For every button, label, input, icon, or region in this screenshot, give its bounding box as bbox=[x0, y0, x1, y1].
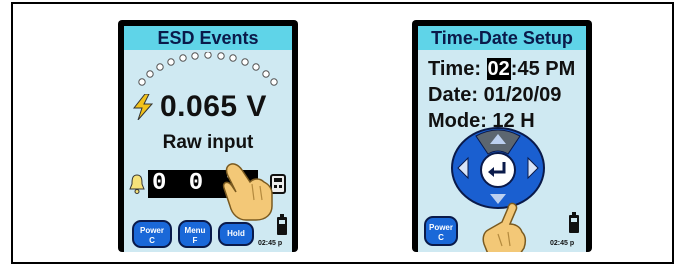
power-button-sublabel: C bbox=[438, 233, 444, 242]
time-hour-field[interactable]: 02 bbox=[486, 58, 511, 80]
menu-button-label: Menu bbox=[184, 226, 206, 235]
enter-icon[interactable] bbox=[480, 152, 516, 188]
esd-events-device: ESD Events 0.065 V Raw input 0 0 3 Power… bbox=[118, 20, 298, 252]
time-rest: :45 PM bbox=[510, 58, 576, 80]
power-button-label: Power bbox=[428, 223, 453, 232]
bell-icon bbox=[129, 174, 145, 194]
power-button-label: Power bbox=[139, 226, 164, 235]
screen-title: Time-Date Setup bbox=[418, 26, 586, 50]
esd-events-screen: ESD Events 0.065 V Raw input 0 0 3 Power… bbox=[124, 26, 292, 252]
time-date-setup-device: Time-Date Setup Time: 02:45 PM Date: 01/… bbox=[412, 20, 592, 252]
power-button[interactable]: Power C bbox=[132, 220, 172, 248]
power-button-sublabel: C bbox=[149, 236, 155, 245]
power-button[interactable]: Power C bbox=[424, 216, 458, 246]
figure-frame: ESD Events 0.065 V Raw input 0 0 3 Power… bbox=[11, 2, 674, 264]
screen-title: ESD Events bbox=[124, 26, 292, 50]
signal-level-arc bbox=[138, 52, 278, 86]
hold-button[interactable]: Hold bbox=[218, 222, 254, 246]
time-date-setup-screen: Time-Date Setup Time: 02:45 PM Date: 01/… bbox=[418, 26, 586, 252]
clock-readout: 02:45 p bbox=[258, 240, 283, 247]
hold-button-label: Hold bbox=[227, 229, 245, 238]
input-mode-caption: Raw input bbox=[162, 132, 254, 153]
time-line: Time: 02:45 PM bbox=[428, 58, 575, 81]
menu-button[interactable]: Menu F bbox=[178, 220, 212, 248]
battery-icon bbox=[569, 212, 579, 233]
time-label: Time: bbox=[428, 58, 481, 80]
finger-pointer-icon bbox=[222, 163, 273, 221]
lightning-icon bbox=[132, 94, 154, 120]
menu-button-sublabel: F bbox=[192, 236, 198, 245]
clock-readout: 02:45 p bbox=[550, 240, 575, 247]
finger-pointer-icon bbox=[482, 202, 527, 252]
voltage-reading: 0.065 V bbox=[160, 90, 267, 123]
date-line: Date: 01/20/09 bbox=[428, 84, 562, 106]
navigation-pad bbox=[451, 127, 545, 209]
